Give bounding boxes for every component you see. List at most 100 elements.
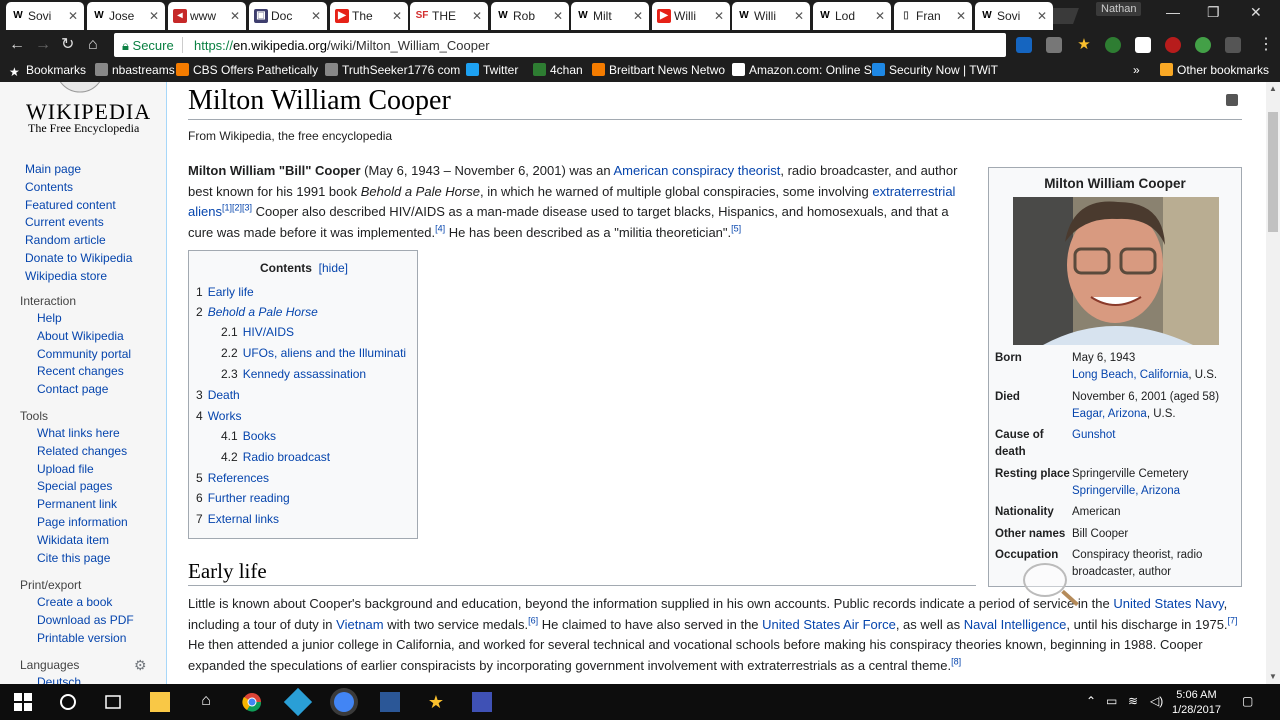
extension-icon[interactable] [1105, 37, 1121, 53]
sidebar-link[interactable]: Main page [25, 162, 81, 176]
app-icon[interactable] [283, 687, 313, 717]
toc-item[interactable]: 2 Behold a Pale Horse [196, 305, 318, 319]
sidebar-link[interactable]: Cite this page [37, 551, 110, 565]
portrait-image[interactable] [1013, 197, 1219, 345]
browser-tab[interactable]: SF THE ✕ [410, 2, 488, 30]
menu-icon[interactable]: ⋮ [1258, 36, 1274, 54]
sidebar-link[interactable]: Printable version [37, 631, 126, 645]
scroll-down-icon[interactable]: ▼ [1269, 672, 1277, 681]
citation-link[interactable]: [8] [951, 656, 961, 666]
close-window-icon[interactable]: ✕ [1250, 4, 1262, 21]
back-icon[interactable]: ← [9, 36, 25, 54]
browser-tab[interactable]: ◂ www ✕ [168, 2, 246, 30]
sidebar-link[interactable]: Featured content [25, 198, 116, 212]
chrome-icon[interactable] [242, 692, 262, 712]
gear-icon[interactable]: ⚙ [134, 657, 147, 674]
bookmark-item[interactable]: Breitbart News Netwo [592, 63, 725, 77]
citation-link[interactable]: [4] [435, 224, 445, 234]
citation-link[interactable]: [1][2][3] [222, 203, 252, 213]
infobox-link[interactable]: Long Beach, California [1072, 369, 1188, 381]
media-app-icon[interactable]: ★ [426, 692, 446, 712]
close-tab-icon[interactable]: ✕ [553, 2, 563, 30]
link-us-navy[interactable]: United States Navy [1113, 596, 1223, 611]
browser-tab[interactable]: W Rob ✕ [491, 2, 569, 30]
profile-button[interactable]: Nathan [1096, 2, 1142, 16]
infobox-link[interactable]: Eagar, Arizona [1072, 408, 1147, 420]
sidebar-link[interactable]: Contents [25, 180, 73, 194]
link-us-air-force[interactable]: United States Air Force [762, 617, 896, 632]
notifications-icon[interactable]: ▢ [1242, 694, 1253, 708]
toc-link[interactable]: HIV/AIDS [243, 325, 294, 339]
citation-link[interactable]: [6] [528, 615, 538, 625]
volume-icon[interactable]: ◁) [1150, 694, 1163, 708]
sidebar-link[interactable]: Contact page [37, 382, 108, 396]
scrollbar-thumb[interactable] [1268, 112, 1278, 232]
sidebar-link[interactable]: Wikidata item [37, 533, 109, 547]
restore-icon[interactable]: ❐ [1207, 4, 1220, 21]
toc-item[interactable]: 7 External links [196, 512, 279, 526]
close-tab-icon[interactable]: ✕ [1037, 2, 1047, 30]
close-tab-icon[interactable]: ✕ [794, 2, 804, 30]
browser-tab[interactable]: W Lod ✕ [813, 2, 891, 30]
extension-icon[interactable] [1225, 37, 1241, 53]
tray-overflow-icon[interactable]: ⌃ [1086, 694, 1096, 708]
toc-link[interactable]: Behold a Pale Horse [208, 305, 318, 319]
sidebar-link[interactable]: Permanent link [37, 497, 117, 511]
toc-link[interactable]: Books [243, 429, 276, 443]
infobox-link[interactable]: Springerville, Arizona [1072, 485, 1180, 497]
browser-tab[interactable]: ▯ Fran ✕ [894, 2, 972, 30]
scroll-up-icon[interactable]: ▲ [1269, 84, 1277, 93]
toc-link[interactable]: Kennedy assassination [243, 367, 366, 381]
link-vietnam[interactable]: Vietnam [336, 617, 383, 632]
file-explorer-icon[interactable] [150, 692, 170, 712]
app-icon[interactable] [380, 692, 400, 712]
toc-hide-link[interactable]: [hide] [319, 261, 348, 275]
toc-item[interactable]: 6 Further reading [196, 491, 290, 505]
close-tab-icon[interactable]: ✕ [149, 2, 159, 30]
sidebar-link[interactable]: Random article [25, 233, 106, 247]
wikipedia-globe-icon[interactable] [55, 82, 105, 96]
bookmark-item[interactable]: nbastreams [95, 63, 175, 77]
browser-tab[interactable]: W Sovi ✕ [975, 2, 1053, 30]
sidebar-link[interactable]: Help [37, 311, 62, 325]
sidebar-link[interactable]: Page information [37, 515, 128, 529]
sidebar-link[interactable]: Recent changes [37, 364, 124, 378]
sidebar-link[interactable]: Deutsch [37, 675, 81, 684]
bookmark-item[interactable]: Twitter [466, 63, 518, 77]
browser-tab[interactable]: W Willi ✕ [732, 2, 810, 30]
app-icon[interactable] [472, 692, 492, 712]
taskbar-clock[interactable]: 5:06 AM 1/28/2017 [1172, 688, 1221, 718]
close-tab-icon[interactable]: ✕ [392, 2, 402, 30]
sidebar-link[interactable]: Download as PDF [37, 613, 134, 627]
citation-link[interactable]: [5] [731, 224, 741, 234]
url-text[interactable]: https://en.wikipedia.org/wiki/Milton_Wil… [194, 38, 490, 53]
sidebar-link[interactable]: Wikipedia store [25, 269, 107, 283]
browser-tab[interactable]: ▣ Doc ✕ [249, 2, 327, 30]
bookmark-item[interactable]: 4chan [533, 63, 583, 77]
link-conspiracy-theorist[interactable]: American conspiracy theorist [613, 163, 780, 178]
ublock-icon[interactable] [1165, 37, 1181, 53]
browser-tab[interactable]: W Milt ✕ [571, 2, 649, 30]
toc-item[interactable]: 4.1 Books [221, 429, 276, 443]
home-icon[interactable]: ⌂ [88, 36, 98, 54]
forward-icon[interactable]: → [35, 36, 51, 54]
sidebar-link[interactable]: Create a book [37, 595, 112, 609]
address-bar[interactable]: 🔒︎ Secure https://en.wikipedia.org/wiki/… [114, 33, 1006, 57]
sidebar-link[interactable]: Community portal [37, 347, 131, 361]
battery-icon[interactable]: ▭ [1106, 694, 1117, 708]
bookmarks-overflow-icon[interactable]: » [1133, 63, 1140, 77]
toc-link[interactable]: UFOs, aliens and the Illuminati [243, 346, 406, 360]
toc-item[interactable]: 4 Works [196, 409, 241, 423]
browser-tab[interactable]: W Sovi ✕ [6, 2, 84, 30]
close-tab-icon[interactable]: ✕ [633, 2, 643, 30]
toc-item[interactable]: 1 Early life [196, 285, 254, 299]
sidebar-link[interactable]: Donate to Wikipedia [25, 251, 132, 265]
toc-item[interactable]: 2.1 HIV/AIDS [221, 325, 294, 339]
reload-icon[interactable]: ↻ [61, 36, 74, 54]
toc-link[interactable]: References [208, 471, 269, 485]
browser-tab[interactable]: ▶ The ✕ [330, 2, 408, 30]
close-tab-icon[interactable]: ✕ [230, 2, 240, 30]
bookmark-item[interactable]: CBS Offers Pathetically [176, 63, 318, 77]
toc-item[interactable]: 5 References [196, 471, 269, 485]
sidebar-link[interactable]: Special pages [37, 479, 112, 493]
